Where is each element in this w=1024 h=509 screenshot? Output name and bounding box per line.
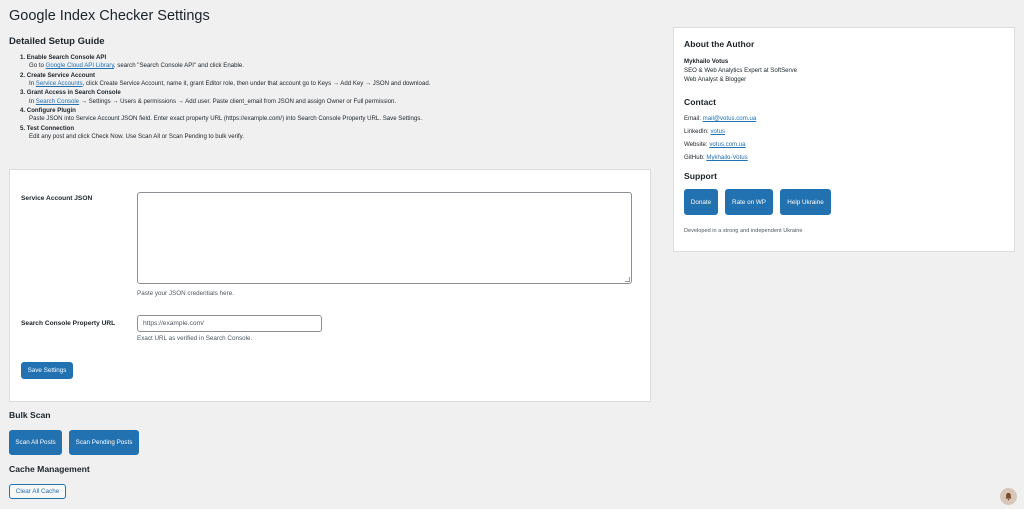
clear-cache-button[interactable]: Clear All Cache [9, 484, 66, 499]
service-account-json-label: Service Account JSON [21, 195, 93, 202]
url-hint: Exact URL as verified in Search Console. [137, 335, 253, 342]
website-link[interactable]: votus.com.ua [709, 141, 745, 148]
service-accounts-link[interactable]: Service Accounts [36, 80, 83, 87]
setup-guide-title: Detailed Setup Guide [9, 36, 105, 47]
save-settings-button[interactable]: Save Settings [21, 362, 73, 379]
email-label: Email: [684, 115, 701, 122]
rate-on-wp-button[interactable]: Rate on WP [725, 189, 773, 215]
github-link[interactable]: Mykhailo-Votus [706, 154, 747, 161]
search-console-link[interactable]: Search Console [36, 98, 79, 105]
step-desc: In [29, 97, 36, 105]
step-number: 1. [20, 54, 26, 61]
step-number: 2. [20, 71, 26, 79]
setup-step-2: 2. Create Service Account In Service Acc… [20, 72, 649, 88]
author-name: Mykhailo Votus [684, 58, 729, 65]
contact-linkedin-row: LinkedIn: votus [684, 128, 725, 135]
step-desc: Edit any post and click Check Now. Use S… [29, 133, 244, 141]
github-label: GitHub: [684, 154, 705, 161]
notification-bell-icon[interactable] [1000, 488, 1017, 505]
json-hint: Paste your JSON credentials here. [137, 290, 234, 297]
support-footer-text: Developed in a strong and independent Uk… [684, 228, 803, 234]
settings-card: Service Account JSON Paste your JSON cre… [9, 169, 651, 402]
step-desc: , search "Search Console API" and click … [113, 62, 244, 70]
step-number: 5. [20, 124, 26, 132]
linkedin-link[interactable]: votus [710, 128, 725, 135]
google-cloud-api-library-link[interactable]: Google Cloud API Library [46, 62, 114, 69]
author-card: About the Author Mykhailo Votus SEO & We… [673, 27, 1015, 252]
help-ukraine-button[interactable]: Help Ukraine [780, 189, 831, 215]
contact-github-row: GitHub: Mykhailo-Votus [684, 154, 748, 161]
step-title: Configure Plugin [26, 107, 76, 115]
step-desc: Paste JSON into Service Account JSON fie… [29, 115, 422, 123]
support-title: Support [684, 171, 717, 181]
step-number: 4. [20, 107, 26, 115]
setup-step-1: 1. Enable Search Console API Go to Googl… [20, 54, 649, 70]
website-label: Website: [684, 141, 708, 148]
step-title: Test Connection [26, 124, 75, 132]
step-desc: Go to [29, 62, 46, 70]
email-link[interactable]: mail@votus.com.ua [703, 115, 757, 122]
resize-handle-icon[interactable] [625, 277, 630, 282]
about-author-title: About the Author [684, 39, 755, 49]
step-title: Create Service Account [26, 71, 95, 79]
donate-button[interactable]: Donate [684, 189, 718, 215]
contact-email-row: Email: mail@votus.com.ua [684, 115, 756, 122]
linkedin-label: LinkedIn: [684, 128, 709, 135]
step-desc: → Settings → Users & permissions → Add u… [79, 97, 397, 105]
author-role-secondary: Web Analyst & Blogger [684, 76, 747, 83]
contact-website-row: Website: votus.com.ua [684, 141, 746, 148]
setup-step-5: 5. Test Connection Edit any post and cli… [20, 125, 649, 141]
scan-pending-posts-button[interactable]: Scan Pending Posts [69, 430, 139, 455]
page-title: Google Index Checker Settings [9, 8, 210, 24]
step-desc: , click Create Service Account, name it,… [82, 79, 431, 87]
service-account-json-textarea[interactable] [137, 192, 632, 284]
property-url-label: Search Console Property URL [21, 320, 116, 327]
step-title: Enable Search Console API [26, 54, 107, 61]
scan-all-posts-button[interactable]: Scan All Posts [9, 430, 62, 455]
setup-steps-list: 1. Enable Search Console API Go to Googl… [9, 54, 649, 143]
step-number: 3. [20, 89, 26, 97]
setup-step-4: 4. Configure Plugin Paste JSON into Serv… [20, 107, 649, 123]
bell-glyph [1005, 492, 1012, 501]
step-title: Grant Access in Search Console [26, 89, 121, 97]
step-desc: In [29, 79, 36, 87]
contact-title: Contact [684, 97, 716, 107]
setup-step-3: 3. Grant Access in Search Console In Sea… [20, 89, 649, 105]
cache-management-title: Cache Management [9, 464, 90, 474]
bulk-scan-title: Bulk Scan [9, 410, 51, 420]
author-role: SEO & Web Analytics Expert at SoftServe [684, 67, 798, 74]
property-url-input[interactable] [137, 315, 322, 332]
